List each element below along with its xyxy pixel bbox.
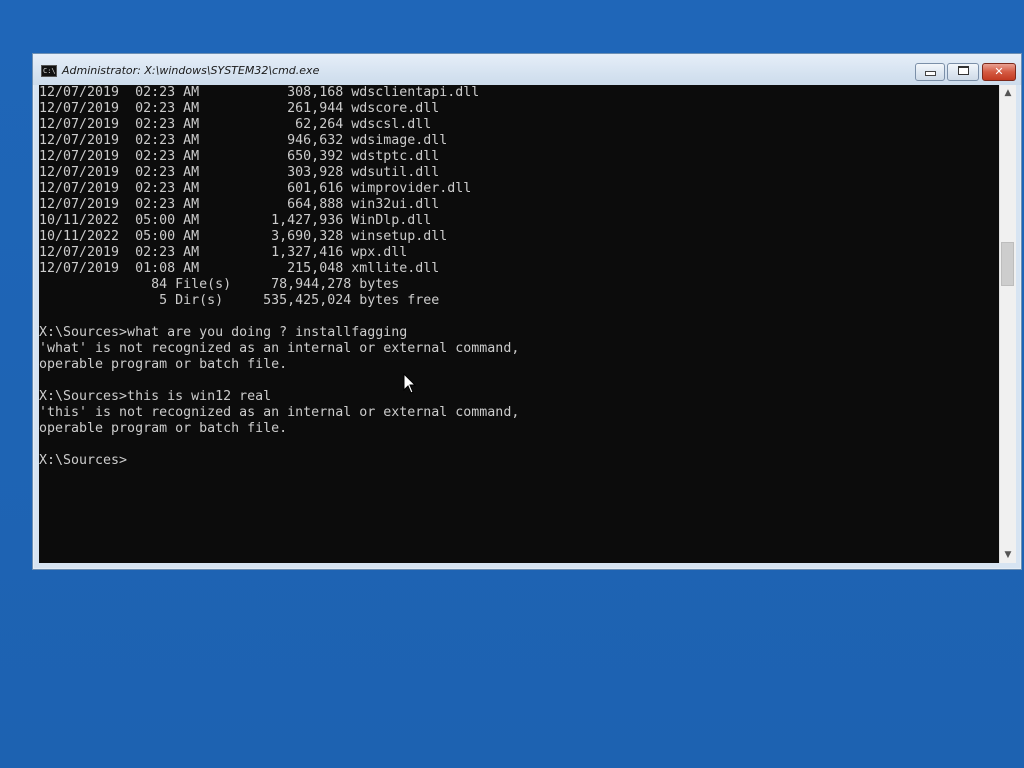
console-line: X:\Sources> [39, 453, 128, 468]
console-line: 10/11/2022 05:00 AM 1,427,936 WinDlp.dll [39, 213, 432, 228]
maximize-button[interactable] [947, 63, 979, 81]
console-line: 'this' is not recognized as an internal … [39, 405, 520, 420]
mouse-pointer-icon [403, 373, 417, 394]
console-line: 5 Dir(s) 535,425,024 bytes free [39, 293, 440, 308]
console-line: 12/07/2019 02:23 AM 664,888 win32ui.dll [39, 197, 440, 212]
console-line: 84 File(s) 78,944,278 bytes [39, 277, 400, 292]
scroll-up-icon[interactable]: ▲ [1000, 85, 1016, 101]
console-line: 12/07/2019 02:23 AM 601,616 wimprovider.… [39, 181, 472, 196]
maximize-icon [957, 66, 969, 75]
console-line: 12/07/2019 02:23 AM 303,928 wdsutil.dll [39, 165, 440, 180]
console-output[interactable]: 12/07/2019 02:23 AM 308,168 wdsclientapi… [39, 85, 999, 563]
cmd-window[interactable]: C:\ Administrator: X:\windows\SYSTEM32\c… [32, 53, 1022, 570]
console-line: 12/07/2019 01:08 AM 215,048 xmllite.dll [39, 261, 440, 276]
console-line: 10/11/2022 05:00 AM 3,690,328 winsetup.d… [39, 229, 448, 244]
console-line: operable program or batch file. [39, 357, 288, 372]
console-line: 12/07/2019 02:23 AM 261,944 wdscore.dll [39, 101, 440, 116]
desktop-background: C:\ Administrator: X:\windows\SYSTEM32\c… [0, 0, 1024, 768]
console-line: 12/07/2019 02:23 AM 946,632 wdsimage.dll [39, 133, 448, 148]
console-line: X:\Sources>this is win12 real [39, 389, 272, 404]
close-button[interactable]: ✕ [982, 63, 1016, 81]
minimize-icon [924, 70, 936, 76]
console-line: 12/07/2019 02:23 AM 650,392 wdstptc.dll [39, 149, 440, 164]
console-line: 12/07/2019 02:23 AM 1,327,416 wpx.dll [39, 245, 408, 260]
cmd-app-icon[interactable]: C:\ [41, 65, 57, 77]
scroll-thumb[interactable] [1001, 242, 1014, 286]
console-lines: 12/07/2019 02:23 AM 308,168 wdsclientapi… [39, 85, 519, 469]
console-line: X:\Sources>what are you doing ? installf… [39, 325, 408, 340]
console-line: 12/07/2019 02:23 AM 308,168 wdsclientapi… [39, 85, 480, 100]
title-bar[interactable]: C:\ Administrator: X:\windows\SYSTEM32\c… [33, 54, 1021, 85]
minimize-button[interactable] [915, 63, 945, 81]
console-line: operable program or batch file. [39, 421, 288, 436]
scroll-down-icon[interactable]: ▼ [1000, 547, 1016, 563]
close-icon: ✕ [994, 65, 1004, 78]
window-title: Administrator: X:\windows\SYSTEM32\cmd.e… [62, 64, 320, 77]
console-line: 12/07/2019 02:23 AM 62,264 wdscsl.dll [39, 117, 432, 132]
console-line: 'what' is not recognized as an internal … [39, 341, 520, 356]
vertical-scrollbar[interactable]: ▲ ▼ [999, 85, 1016, 563]
